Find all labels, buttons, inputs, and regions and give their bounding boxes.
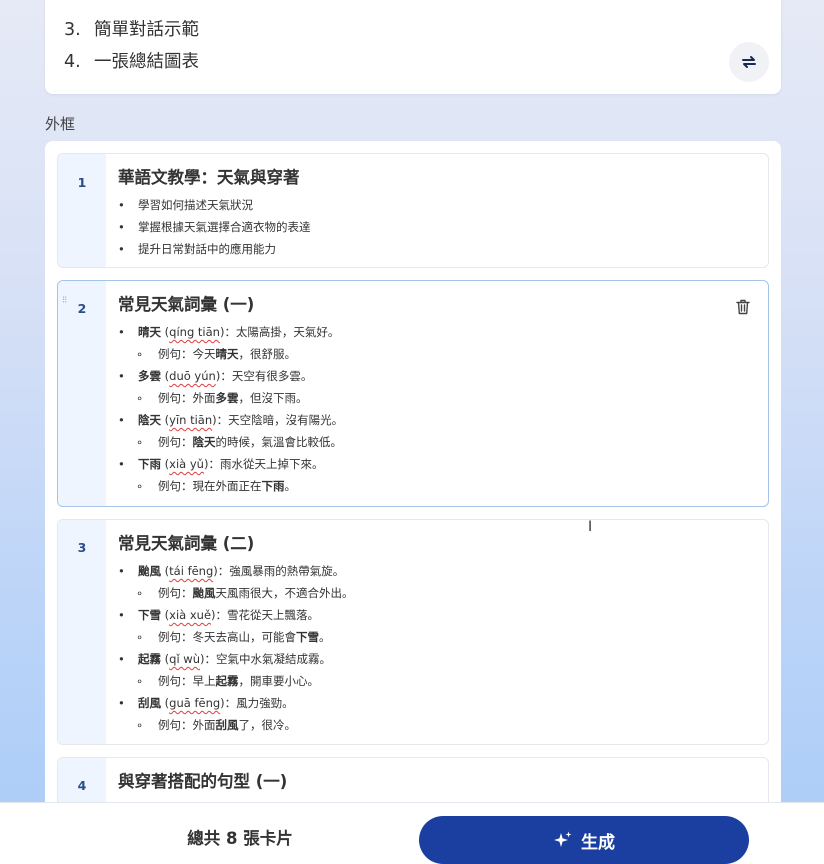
card-number: 4 [77,778,87,793]
swap-icon [742,56,756,68]
list-item: 刮風 (guā fēng)：風力強勁。 [118,692,754,714]
card-3[interactable]: 3 常見天氣詞彙 (二) 颱風 (tái fēng)：強風暴雨的熱帶氣旋。 例句… [57,519,769,745]
example-item: 例句：陰天的時候，氣溫會比較低。 [118,431,754,453]
list-item: 下雪 (xià xuě)：雪花從天上飄落。 [118,604,754,626]
card-count: 總共 8 張卡片 [187,829,293,848]
list-item: 晴天 (qíng tiān)：太陽高掛，天氣好。 [118,321,754,343]
outline-text: 簡單對話示範 [94,20,199,40]
outline-top-card: 3. 簡單對話示範 4. 一張總結圖表 [45,0,781,94]
example-item: 例句：現在外面正在下雨。 [118,475,754,497]
list-item: 起霧 (qǐ wù)：空氣中水氣凝結成霧。 [118,648,754,670]
list-item: 多雲 (duō yún)：天空有很多雲。 [118,365,754,387]
swap-button[interactable] [729,42,769,82]
generate-button[interactable]: 生成 [419,816,749,864]
generate-label: 生成 [581,832,615,853]
outline-num: 4. [64,52,81,72]
list-item: 學習如何描述天氣狀況 [118,194,754,216]
card-title: 華語文教學：天氣與穿著 [118,168,300,187]
list-item: 下雨 (xià yǔ)：雨水從天上掉下來。 [118,453,754,475]
card-1[interactable]: 1 華語文教學：天氣與穿著 學習如何描述天氣狀況 掌握根據天氣選擇合適衣物的表達… [57,153,769,268]
example-item: 例句：早上起霧，開車要小心。 [118,670,754,692]
footer-bar: 總共 8 張卡片 生成 [0,802,824,864]
card-number: 2 [77,301,87,316]
example-item: 例句：外面刮風了，很冷。 [118,714,754,736]
trash-icon [736,299,750,315]
card-number: 1 [77,175,87,190]
delete-button[interactable] [736,299,750,319]
example-item: 例句：外面多雲，但沒下雨。 [118,387,754,409]
list-item: 提升日常對話中的應用能力 [118,238,754,260]
outline-item-3: 3. 簡單對話示範 [64,16,199,41]
outline-frame: 1 華語文教學：天氣與穿著 學習如何描述天氣狀況 掌握根據天氣選擇合適衣物的表達… [45,141,781,864]
sparkle-icon [554,831,572,847]
card-number: 3 [77,540,87,555]
outline-item-4: 4. 一張總結圖表 [64,48,199,73]
card-title: 與穿著搭配的句型 (一) [118,772,288,791]
list-item: 掌握根據天氣選擇合適衣物的表達 [118,216,754,238]
card-title: 常見天氣詞彙 (一) [118,295,255,314]
text-cursor-icon: Ⅰ [588,519,593,535]
list-item: 颱風 (tái fēng)：強風暴雨的熱帶氣旋。 [118,560,754,582]
card-2[interactable]: ⁝⁝ 2 常見天氣詞彙 (一) 晴天 (qíng tiān)：太陽高掛，天氣好。… [57,280,769,507]
example-item: 例句：颱風天風雨很大，不適合外出。 [118,582,754,604]
outline-num: 3. [64,20,81,40]
outline-text: 一張總結圖表 [94,52,199,72]
example-item: 例句：冬天去高山，可能會下雪。 [118,626,754,648]
example-item: 例句：今天晴天，很舒服。 [118,343,754,365]
section-label: 外框 [45,115,76,133]
card-strip [58,154,106,267]
card-title: 常見天氣詞彙 (二) [118,534,255,553]
list-item: 陰天 (yīn tiān)：天空陰暗，沒有陽光。 [118,409,754,431]
